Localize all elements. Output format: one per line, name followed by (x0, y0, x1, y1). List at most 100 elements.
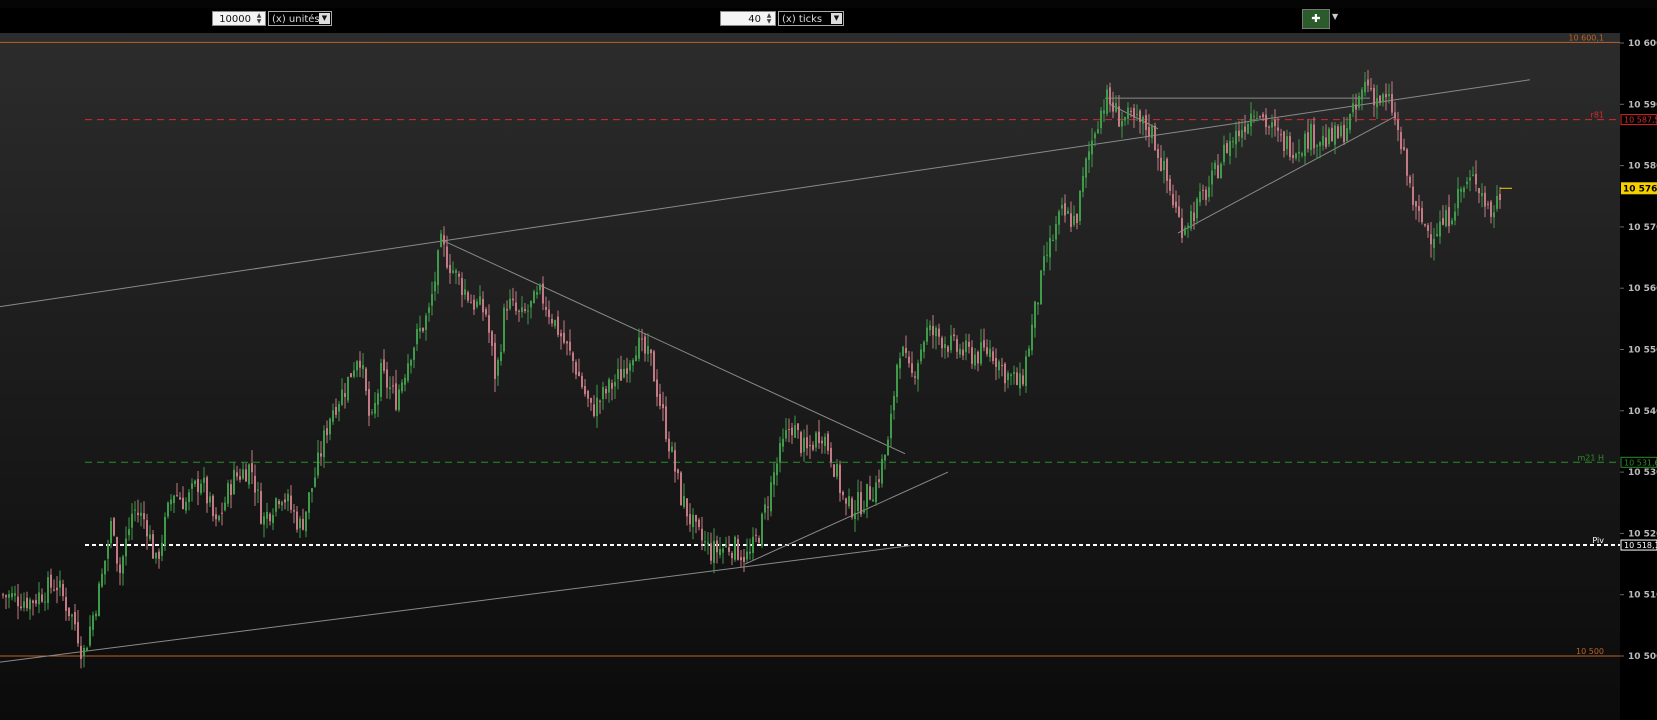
candle-body (290, 495, 292, 510)
chevron-down-icon[interactable]: ▼ (831, 13, 842, 24)
candle-body (509, 298, 511, 309)
candle-body (572, 352, 574, 361)
chart-tools-icon[interactable]: ✚ (1302, 9, 1330, 29)
candle-body (767, 506, 769, 508)
candle-body (68, 607, 70, 617)
candle-body (896, 364, 898, 397)
candle-body (173, 495, 175, 503)
candle-body (698, 519, 700, 528)
candle-body (638, 337, 640, 359)
candle-body (809, 445, 811, 447)
candle-body (1499, 193, 1501, 201)
level-label-s1: m21 H (1577, 453, 1604, 462)
candle-body (962, 349, 964, 356)
candle-body (890, 413, 892, 439)
quantity-unit-select[interactable]: (x) unités ▼ (268, 11, 332, 26)
candle-body (1451, 220, 1453, 225)
candle-body (83, 647, 85, 657)
candle-body (947, 346, 949, 352)
candle-body (263, 516, 265, 525)
candle-body (848, 496, 850, 507)
candle-body (1058, 211, 1060, 225)
candle-body (407, 363, 409, 381)
candle-body (185, 501, 187, 511)
candle-body (47, 577, 49, 603)
candle-body (104, 560, 106, 575)
candle-body (626, 368, 628, 374)
stepper-arrows-icon[interactable]: ▲ ▼ (254, 13, 264, 26)
candle-body (914, 376, 916, 378)
candle-body (272, 514, 274, 523)
candle-body (113, 518, 115, 536)
candle-body (1262, 114, 1264, 118)
candle-body (1094, 133, 1096, 139)
candle-body (236, 472, 238, 477)
candle-body (164, 517, 166, 546)
candle-body (1232, 141, 1234, 143)
candle-body (1493, 212, 1495, 218)
candle-body (1193, 212, 1195, 222)
candle-body (359, 360, 361, 368)
candle-body (593, 404, 595, 417)
candle-body (110, 520, 112, 544)
candle-body (974, 354, 976, 366)
candle-body (1436, 234, 1438, 237)
candle-body (1229, 140, 1231, 156)
level-tag-r1: 10 587,5 (1624, 116, 1657, 125)
candle-body (758, 538, 760, 543)
price-chart[interactable]: 10 600,1 10 500 r81 10 587,5 m21 H 10 531,6 Pi… (0, 33, 1657, 720)
candle-body (1340, 125, 1342, 137)
price-tick-label: 10 530 (1628, 468, 1657, 478)
candle-body (1304, 133, 1306, 157)
level-tag-s1: 10 531,6 (1624, 458, 1657, 467)
candle-body (1142, 116, 1144, 124)
candle-body (737, 539, 739, 560)
candle-body (374, 402, 376, 414)
candle-body (647, 346, 649, 355)
candle-body (59, 580, 61, 588)
candle-body (944, 344, 946, 349)
candle-body (1148, 126, 1150, 137)
candle-body (65, 596, 67, 611)
candle-body (1190, 210, 1192, 229)
candle-body (929, 325, 931, 331)
candle-body (122, 556, 124, 574)
candle-body (17, 596, 19, 607)
candle-body (455, 270, 457, 274)
candle-body (482, 299, 484, 313)
candle-body (749, 551, 751, 554)
candle-body (689, 514, 691, 525)
candle-body (425, 315, 427, 331)
candle-body (245, 469, 247, 482)
candle-body (893, 395, 895, 411)
candle-body (224, 502, 226, 511)
candle-body (1187, 225, 1189, 227)
candle-body (1124, 116, 1126, 121)
candle-body (989, 348, 991, 358)
candle-body (554, 320, 556, 326)
chevron-down-icon[interactable]: ▼ (1332, 12, 1338, 21)
candle-body (1037, 302, 1039, 305)
candle-body (764, 504, 766, 513)
candle-body (1271, 122, 1273, 128)
candle-body (209, 496, 211, 503)
candle-body (692, 514, 694, 528)
candle-body (458, 273, 460, 277)
candle-body (791, 427, 793, 436)
candle-body (215, 514, 217, 520)
quantity-stepper[interactable]: 10000 ▲ ▼ (212, 11, 266, 26)
candle-body (1331, 127, 1333, 142)
plot-background (0, 33, 1620, 720)
chevron-down-icon[interactable]: ▼ (319, 13, 330, 24)
stepper-arrows-icon[interactable]: ▲ ▼ (764, 13, 774, 26)
candle-body (320, 453, 322, 457)
candle-body (824, 436, 826, 447)
candle-body (344, 393, 346, 397)
candle-body (785, 430, 787, 439)
candle-body (602, 386, 604, 400)
candle-body (1166, 158, 1168, 181)
candle-body (266, 511, 268, 519)
ticks-stepper[interactable]: 40 ▲ ▼ (720, 11, 776, 26)
ticks-unit-select[interactable]: (x) ticks ▼ (778, 11, 844, 26)
candle-body (293, 510, 295, 512)
